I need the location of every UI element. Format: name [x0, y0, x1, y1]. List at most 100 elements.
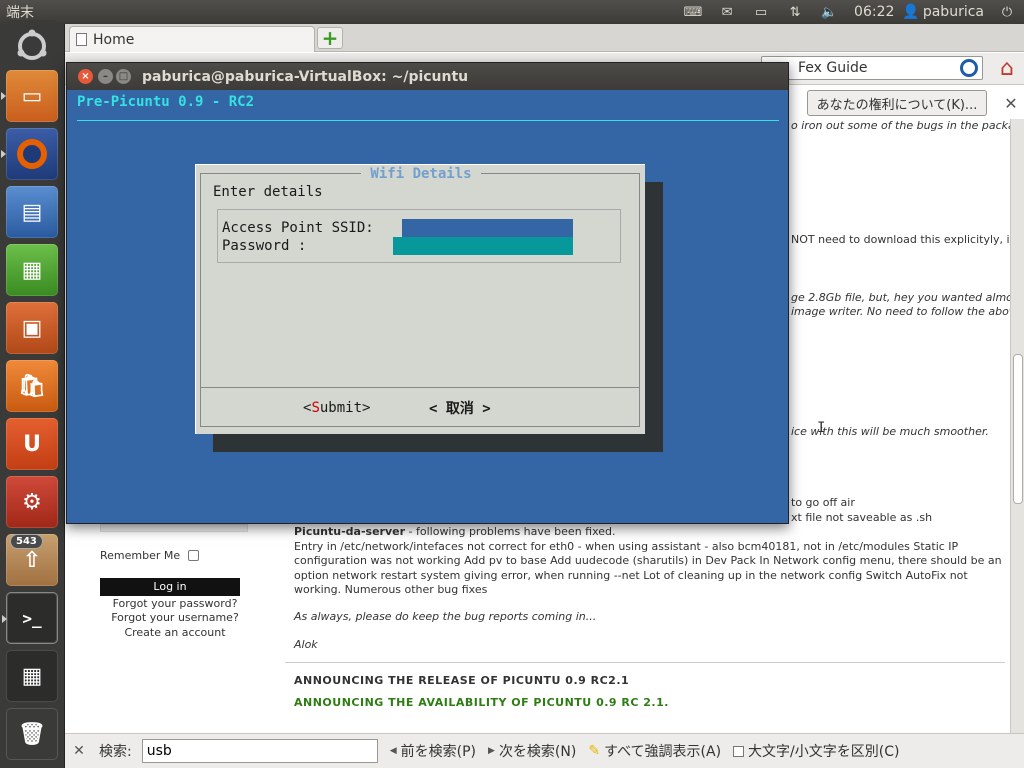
remember-me-row: Remember Me: [100, 549, 200, 562]
indicator-area: ⌨ ✉ ▭ ⇅ 🔈 06:22 👤 paburica ⏻: [676, 0, 1024, 24]
highlighter-icon: ✎: [588, 743, 601, 759]
text-snippet: o iron out some of the bugs in the packa…: [791, 119, 1011, 132]
terminal-icon[interactable]: >_: [2, 592, 58, 644]
match-case-checkbox[interactable]: [733, 745, 745, 757]
find-prev-button[interactable]: ◀ 前を検索(P): [390, 741, 476, 761]
post-heading-line: Picuntu-da-server - following problems h…: [294, 525, 1006, 540]
find-prev-label: 前を検索(P): [400, 744, 477, 760]
ssid-label: Access Point SSID:: [222, 220, 374, 236]
find-input[interactable]: [141, 739, 378, 763]
software-center-icon[interactable]: 🛍: [6, 360, 58, 412]
text-snippet: xt file not saveable as .sh: [791, 511, 933, 524]
power-icon[interactable]: ⏻: [990, 0, 1024, 24]
header-rule: [77, 120, 779, 121]
dialog-buttons: <Submit> < 取消 >: [196, 398, 646, 420]
tab-strip: Home +: [65, 24, 1024, 52]
match-case-toggle[interactable]: 大文字/小文字を区別(C): [733, 741, 899, 761]
system-settings-icon[interactable]: ⚙: [6, 476, 58, 528]
ubuntu-one-icon[interactable]: U: [6, 418, 58, 470]
user-menu[interactable]: 👤 paburica: [902, 4, 990, 20]
find-next-label: 次を検索(N): [498, 744, 577, 760]
announcement-link[interactable]: ANNOUNCING THE AVAILABILITY OF PICUNTU 0…: [294, 696, 669, 709]
wifi-dialog: Wifi Details Enter details Access Point …: [195, 164, 645, 434]
search-icon[interactable]: [960, 59, 978, 77]
announcement-heading[interactable]: ANNOUNCING THE RELEASE OF PICUNTU 0.9 RC…: [294, 674, 629, 687]
ssid-field[interactable]: [402, 219, 573, 237]
writer-icon[interactable]: ▤: [6, 186, 58, 238]
text-cursor-icon: I: [817, 420, 826, 436]
dash-home-icon[interactable]: [6, 20, 58, 72]
terminal-body[interactable]: Pre-Picuntu 0.9 - RC2 Wifi Details Enter…: [67, 90, 825, 523]
post-heading: Picuntu-da-server: [294, 525, 406, 538]
update-manager-icon[interactable]: 543 ⇧: [6, 534, 58, 586]
text-snippet: NOT need to download this explicityly, i…: [791, 233, 1011, 246]
dialog-prompt: Enter details: [213, 184, 323, 200]
login-button[interactable]: Log in: [100, 578, 240, 596]
search-box[interactable]: Fex Guide: [761, 56, 983, 80]
post-signature: Alok: [294, 638, 318, 651]
button-separator: [200, 387, 640, 388]
user-icon: 👤: [902, 4, 920, 20]
password-label: Password :: [222, 238, 307, 254]
find-next-button[interactable]: ▶ 次を検索(N): [488, 741, 576, 761]
remember-me-checkbox[interactable]: [188, 550, 200, 561]
rights-button[interactable]: あなたの権利について(K)...: [807, 90, 987, 116]
password-field[interactable]: [393, 237, 573, 255]
network-icon[interactable]: ⇅: [778, 0, 812, 24]
close-icon[interactable]: ✕: [71, 743, 87, 759]
text-snippet: to go off air: [791, 496, 855, 509]
text-snippet: image writer. No need to follow the abov…: [791, 305, 1011, 318]
tab-label: Home: [93, 31, 135, 48]
home-icon[interactable]: ⌂: [993, 55, 1021, 81]
scroll-thumb[interactable]: [1013, 354, 1023, 504]
keyboard-icon[interactable]: ⌨: [676, 0, 710, 24]
minimize-window-icon[interactable]: –: [98, 69, 113, 84]
tab-home[interactable]: Home: [69, 26, 315, 52]
firefox-icon[interactable]: [1, 128, 58, 180]
terminal-window: × – □ paburica@paburica-VirtualBox: ~/pi…: [66, 62, 825, 524]
terminal-titlebar[interactable]: × – □ paburica@paburica-VirtualBox: ~/pi…: [67, 63, 788, 90]
submit-hotkey: S: [311, 400, 320, 416]
post-body: Picuntu-da-server - following problems h…: [294, 525, 1006, 598]
highlight-all-button[interactable]: ✎ すべて強調表示(A): [588, 741, 721, 761]
launcher: ▭ ▤ ▦ ▣ 🛍 U ⚙ 543 ⇧ >_ ▦ 🗑: [0, 20, 65, 768]
submit-rest: ubmit>: [319, 400, 371, 416]
post-heading-suffix: - following problems have been fixed.: [405, 525, 616, 538]
trash-icon[interactable]: 🗑: [6, 708, 58, 760]
files-icon[interactable]: ▭: [1, 70, 58, 122]
calc-icon[interactable]: ▦: [6, 244, 58, 296]
cancel-button[interactable]: < 取消 >: [429, 398, 491, 418]
clock[interactable]: 06:22: [846, 4, 902, 20]
top-panel: 端末 ⌨ ✉ ▭ ⇅ 🔈 06:22 👤 paburica ⏻: [0, 0, 1024, 24]
highlight-all-label: すべて強調表示(A): [604, 744, 722, 760]
volume-icon[interactable]: 🔈: [812, 0, 846, 24]
create-account-link[interactable]: Create an account: [95, 626, 255, 639]
arrow-right-icon: ▶: [488, 746, 495, 756]
vertical-scrollbar[interactable]: [1010, 119, 1024, 744]
post-paragraph: Entry in /etc/network/intefaces not corr…: [294, 539, 1002, 597]
new-tab-button[interactable]: +: [317, 26, 343, 50]
active-app-title: 端末: [6, 5, 34, 21]
password-input[interactable]: [100, 524, 248, 532]
impress-icon[interactable]: ▣: [6, 302, 58, 354]
remember-me-label: Remember Me: [100, 549, 181, 562]
workspace-switcher-icon[interactable]: ▦: [6, 650, 58, 702]
find-bar: ✕ 検索: ◀前を検索(P) ▶次を検索(N) ✎すべて強調表示(A) 大文字/…: [65, 733, 1024, 768]
search-engine-text: Fex Guide: [798, 60, 868, 76]
user-name: paburica: [922, 4, 984, 20]
close-icon[interactable]: ✕: [1001, 94, 1021, 114]
arrow-left-icon: ◀: [389, 746, 397, 756]
maximize-window-icon[interactable]: □: [116, 69, 131, 84]
forgot-password-link[interactable]: Forgot your password?: [95, 597, 255, 610]
update-count-badge: 543: [10, 534, 43, 549]
terminal-title: paburica@paburica-VirtualBox: ~/picuntu: [142, 68, 469, 85]
close-window-icon[interactable]: ×: [78, 69, 93, 84]
page-icon: [76, 33, 87, 46]
text-snippet: ge 2.8Gb file, but, hey you wanted almos…: [791, 291, 1011, 304]
mail-icon[interactable]: ✉: [710, 0, 744, 24]
divider: [285, 662, 1005, 663]
battery-icon[interactable]: ▭: [744, 0, 778, 24]
submit-button[interactable]: <Submit>: [303, 400, 370, 416]
forgot-username-link[interactable]: Forgot your username?: [95, 611, 255, 624]
installer-header: Pre-Picuntu 0.9 - RC2: [77, 94, 255, 110]
